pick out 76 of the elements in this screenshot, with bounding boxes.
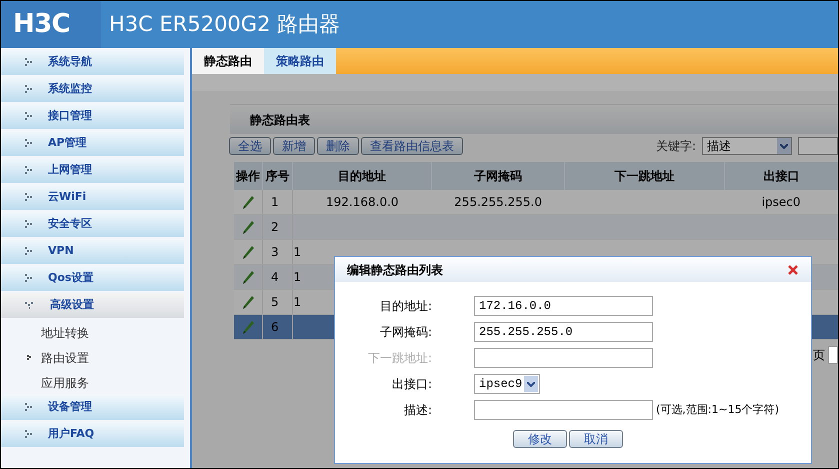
table-cell-text: ipsec0 [762, 194, 801, 211]
table-cell-text: 1 [270, 194, 279, 211]
expand-icon [25, 302, 34, 309]
sidebar-item[interactable]: 系统导航 [1, 50, 184, 75]
sidebar-subitem[interactable]: 应用服务 [1, 370, 184, 395]
pencil-icon[interactable] [242, 296, 254, 308]
pager-text: 页 [813, 347, 825, 364]
sidebar-item[interactable]: Qos设置 [1, 266, 184, 291]
sidebar-item[interactable]: 云WiFi [1, 185, 184, 210]
field-label: 描述: [402, 402, 432, 419]
keyword-select[interactable]: 描述 [702, 137, 792, 155]
expand-icon [25, 139, 32, 148]
expand-icon [25, 274, 32, 283]
toolbar-button[interactable]: 查看路由信息表 [361, 137, 463, 155]
pencil-icon[interactable] [242, 270, 254, 284]
table-cell-text: 1 [293, 269, 302, 286]
close-icon [788, 264, 798, 274]
table-row[interactable]: 1 192.168.0.0 255.255.255.0 ipsec0 [234, 190, 838, 215]
input-field[interactable]: 172.16.0.0 [474, 296, 653, 316]
sidebar-item[interactable]: 设备管理 [1, 395, 184, 420]
field-label: 目的地址: [378, 298, 432, 315]
pencil-icon[interactable] [242, 246, 254, 258]
close-button[interactable] [787, 264, 799, 276]
toolbar-button[interactable]: 全选 [229, 137, 271, 155]
table-cell-text: 1 [293, 244, 302, 261]
table-cell-text: 5 [270, 294, 279, 311]
table-cell-text: 4 [270, 269, 279, 286]
expand-icon [25, 85, 32, 94]
expand-icon [25, 193, 32, 202]
table-row[interactable]: 2 [234, 215, 838, 240]
sidebar-subitem[interactable]: 路由设置 [1, 345, 184, 370]
table-cell-text: 3 [270, 244, 279, 261]
table-cell-text: 255.255.255.0 [454, 194, 542, 211]
select-field[interactable]: ipsec9 [474, 374, 540, 394]
tab[interactable]: 静态路由 [192, 48, 264, 74]
dialog-button[interactable]: 修改 [513, 430, 567, 448]
panel-title: 静态路由表 [250, 112, 310, 128]
expand-icon [25, 112, 32, 121]
sidebar-item[interactable]: 接口管理 [1, 104, 184, 129]
sidebar-subitem[interactable]: 地址转换 [1, 320, 184, 345]
sidebar-item[interactable]: 安全专区 [1, 212, 184, 237]
sidebar-item[interactable]: 高级设置 [1, 293, 184, 318]
sidebar-item[interactable]: 用户FAQ [1, 422, 184, 447]
pencil-icon[interactable] [242, 196, 254, 208]
input-field[interactable] [474, 400, 653, 420]
pencil-icon[interactable] [242, 220, 254, 234]
table-cell-text: 192.168.0.0 [326, 194, 399, 211]
input-field[interactable]: 255.255.255.0 [474, 322, 653, 342]
logo: H3C [13, 8, 70, 41]
field-label: 出接口: [390, 376, 432, 393]
caret-icon [527, 382, 535, 386]
tab[interactable]: 策略路由 [264, 48, 336, 74]
field-hint: (可选,范围:1~15个字符) [656, 402, 779, 418]
expand-icon [25, 247, 32, 256]
sidebar-item[interactable]: 上网管理 [1, 158, 184, 183]
keyword-label: 关键字: [656, 138, 696, 155]
field-label: 子网掩码: [378, 324, 432, 341]
expand-icon [25, 166, 32, 175]
sidebar-item[interactable]: 系统监控 [1, 77, 184, 102]
search-field[interactable] [798, 137, 838, 155]
expand-icon [25, 403, 32, 412]
expand-icon [25, 220, 32, 229]
table-cell-text: 1 [293, 294, 302, 311]
table-cell-text: 2 [270, 219, 279, 236]
expand-icon [25, 58, 32, 67]
sidebar-item[interactable]: VPN [1, 239, 184, 264]
dialog-button[interactable]: 取消 [569, 430, 623, 448]
expand-icon [25, 430, 32, 439]
page-field[interactable] [828, 346, 838, 364]
field-label: 下一跳地址: [366, 350, 432, 367]
toolbar-button[interactable]: 新增 [273, 137, 315, 155]
sidebar-item[interactable]: AP管理 [1, 131, 184, 156]
header-title: H3C ER5200G2 路由器 [109, 10, 340, 38]
toolbar-button[interactable]: 删除 [317, 137, 359, 155]
table-cell-text: 6 [270, 319, 279, 336]
caret-icon [780, 144, 788, 148]
